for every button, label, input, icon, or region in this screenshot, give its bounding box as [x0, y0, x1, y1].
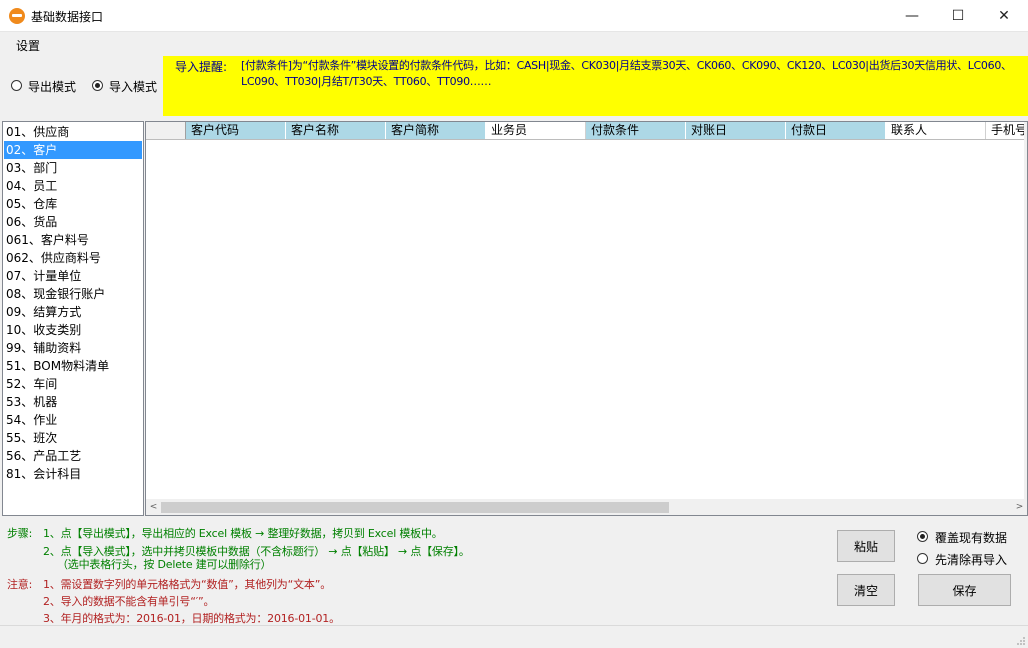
overwrite-radio[interactable] — [917, 531, 928, 542]
column-header[interactable]: 客户名称 — [286, 122, 386, 139]
category-item[interactable]: 07、计量单位 — [4, 267, 142, 285]
category-item[interactable]: 01、供应商 — [4, 123, 142, 141]
step-2-subtext: （选中表格行头，按 Delete 建可以删除行） — [57, 558, 272, 571]
category-item[interactable]: 81、会计科目 — [4, 465, 142, 483]
category-item[interactable]: 55、班次 — [4, 429, 142, 447]
paste-button[interactable]: 粘贴 — [837, 530, 895, 562]
step-1-text: 1、点【导出模式】，导出相应的 Excel 模板 → 整理好数据，拷贝到 Exc… — [43, 527, 443, 540]
status-bar — [0, 625, 1028, 648]
grid-corner-cell[interactable] — [146, 122, 186, 139]
note-1-text: 1、需设置数字列的单元格格式为“数值”，其他列为“文本”。 — [43, 578, 331, 591]
import-mode-radio[interactable] — [92, 80, 103, 91]
clear-first-radio[interactable] — [917, 553, 928, 564]
category-item[interactable]: 54、作业 — [4, 411, 142, 429]
export-mode-label[interactable]: 导出模式 — [28, 78, 76, 95]
column-header[interactable]: 付款日 — [786, 122, 886, 139]
category-item[interactable]: 03、部门 — [4, 159, 142, 177]
clear-button[interactable]: 清空 — [837, 574, 895, 606]
column-header[interactable]: 付款条件 — [586, 122, 686, 139]
grid-header-row: 客户代码 客户名称 客户简称 业务员 付款条件 对账日 付款日 联系人 手机号 — [146, 122, 1027, 140]
steps-label: 步骤: — [7, 527, 33, 540]
column-header[interactable]: 手机号 — [986, 122, 1027, 139]
import-hint-label: 导入提醒: — [175, 60, 228, 74]
export-mode-radio[interactable] — [11, 80, 22, 91]
category-item[interactable]: 99、辅助资料 — [4, 339, 142, 357]
category-item[interactable]: 061、客户料号 — [4, 231, 142, 249]
import-mode-label[interactable]: 导入模式 — [109, 78, 157, 95]
vertical-scrollbar[interactable] — [1024, 122, 1027, 500]
save-button[interactable]: 保存 — [918, 574, 1011, 606]
column-header[interactable]: 联系人 — [886, 122, 986, 139]
category-item[interactable]: 56、产品工艺 — [4, 447, 142, 465]
category-item[interactable]: 04、员工 — [4, 177, 142, 195]
close-button[interactable]: ✕ — [981, 0, 1027, 31]
clear-first-label[interactable]: 先清除再导入 — [935, 551, 1007, 568]
title-bar: 基础数据接口 — ☐ ✕ — [0, 0, 1028, 32]
maximize-button[interactable]: ☐ — [935, 0, 981, 31]
window-title: 基础数据接口 — [31, 10, 104, 24]
category-item[interactable]: 08、现金银行账户 — [4, 285, 142, 303]
column-header[interactable]: 客户简称 — [386, 122, 486, 139]
note-2-text: 2、导入的数据不能含有单引号“′”。 — [43, 595, 215, 608]
category-item[interactable]: 53、机器 — [4, 393, 142, 411]
category-item[interactable]: 09、结算方式 — [4, 303, 142, 321]
horizontal-scroll-thumb[interactable] — [161, 502, 669, 513]
menu-settings[interactable]: 设置 — [16, 37, 40, 54]
horizontal-scrollbar[interactable]: < > — [146, 499, 1027, 515]
import-hint-text: [付款条件]为“付款条件”模块设置的付款条件代码，比如：CASH|现金、CK03… — [241, 59, 1012, 88]
import-hint-panel: 导入提醒: [付款条件]为“付款条件”模块设置的付款条件代码，比如：CASH|现… — [163, 56, 1028, 116]
overwrite-label[interactable]: 覆盖现有数据 — [935, 529, 1007, 546]
category-item[interactable]: 062、供应商料号 — [4, 249, 142, 267]
category-item[interactable]: 05、仓库 — [4, 195, 142, 213]
column-header[interactable]: 业务员 — [486, 122, 586, 139]
column-header[interactable]: 客户代码 — [186, 122, 286, 139]
category-item[interactable]: 10、收支类别 — [4, 321, 142, 339]
resize-grip-icon[interactable] — [1016, 636, 1026, 646]
category-item[interactable]: 51、BOM物料清单 — [4, 357, 142, 375]
app-logo-icon — [9, 8, 25, 24]
scroll-left-icon[interactable]: < — [146, 499, 161, 515]
minimize-button[interactable]: — — [889, 0, 935, 31]
column-header[interactable]: 对账日 — [686, 122, 786, 139]
data-grid[interactable]: 客户代码 客户名称 客户简称 业务员 付款条件 对账日 付款日 联系人 手机号 < > — [145, 121, 1028, 516]
category-item[interactable]: 52、车间 — [4, 375, 142, 393]
category-item[interactable]: 02、客户 — [4, 141, 142, 159]
scroll-right-icon[interactable]: > — [1012, 499, 1027, 515]
category-list[interactable]: 01、供应商 02、客户 03、部门 04、员工 05、仓库 06、货品 061、客户料号 0… — [2, 121, 144, 516]
notes-label: 注意: — [7, 578, 33, 591]
note-3-text: 3、年月的格式为：2016-01，日期的格式为：2016-01-01。 — [43, 612, 340, 625]
category-item[interactable]: 06、货品 — [4, 213, 142, 231]
